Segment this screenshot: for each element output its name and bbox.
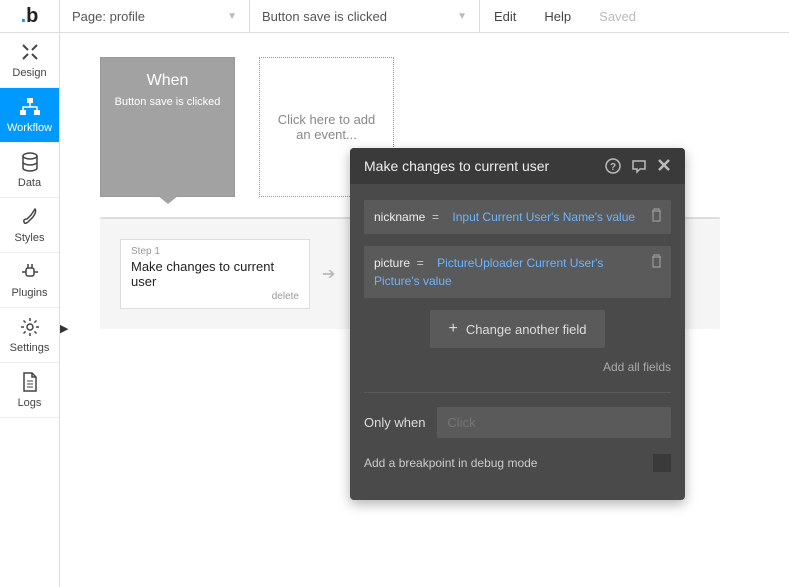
chevron-down-icon: ▼ (227, 11, 237, 22)
database-icon (19, 151, 41, 173)
event-card-subtitle: Button save is clicked (115, 96, 221, 108)
event-dropdown[interactable]: Button save is clicked ▼ (250, 0, 480, 33)
arrow-right-icon[interactable]: ➔ (322, 264, 335, 284)
left-sidebar: Design Workflow Data Styles Plugins Sett… (0, 33, 60, 587)
add-event-label: Click here to add an event... (270, 112, 383, 142)
sidebar-item-styles[interactable]: Styles (0, 198, 59, 253)
field-name: nickname (374, 210, 425, 224)
panel-header[interactable]: Make changes to current user ? (350, 148, 685, 184)
equals-sign: = (432, 210, 439, 224)
action-editor-panel: Make changes to current user ? nickname … (350, 148, 685, 500)
event-card-pointer (158, 196, 178, 204)
sidebar-item-plugins[interactable]: Plugins (0, 253, 59, 308)
step-card[interactable]: Step 1 Make changes to current user dele… (120, 239, 310, 309)
field-assignment-row[interactable]: picture = PictureUploader Current User's… (364, 246, 671, 298)
step-label: Step 1 (131, 246, 299, 257)
only-when-label: Only when (364, 415, 425, 430)
design-icon (19, 41, 41, 63)
panel-title: Make changes to current user (364, 158, 605, 174)
field-assignment-row[interactable]: nickname = Input Current User's Name's v… (364, 200, 671, 234)
saved-status: Saved (585, 9, 650, 24)
gear-icon (19, 316, 41, 338)
brush-icon (19, 206, 41, 228)
help-menu[interactable]: Help (530, 9, 585, 24)
sidebar-item-design[interactable]: Design (0, 33, 59, 88)
step-title: Make changes to current user (131, 259, 299, 289)
sidebar-item-workflow[interactable]: Workflow (0, 88, 59, 143)
event-card[interactable]: When Button save is clicked (100, 57, 235, 197)
svg-text:?: ? (610, 162, 616, 173)
equals-sign: = (417, 256, 424, 270)
sidebar-item-label: Logs (18, 397, 42, 409)
change-btn-label: Change another field (466, 322, 587, 337)
event-dropdown-label: Button save is clicked (262, 9, 387, 24)
field-name: picture (374, 256, 410, 270)
logo-text: .b (21, 5, 39, 28)
sidebar-item-label: Settings (10, 342, 50, 354)
sidebar-item-logs[interactable]: Logs (0, 363, 59, 418)
only-when-input[interactable] (437, 407, 671, 438)
add-all-fields-link[interactable]: Add all fields (364, 360, 671, 374)
sidebar-item-data[interactable]: Data (0, 143, 59, 198)
sidebar-expand-icon[interactable]: ▶ (60, 322, 68, 335)
plug-icon (19, 261, 41, 283)
trash-icon[interactable] (650, 208, 663, 222)
field-value-expression[interactable]: Input Current User's Name's value (452, 210, 635, 224)
help-icon[interactable]: ? (605, 158, 621, 174)
change-another-field-button[interactable]: + Change another field (430, 310, 604, 348)
trash-icon[interactable] (650, 254, 663, 268)
app-logo[interactable]: .b (0, 0, 60, 33)
sidebar-item-label: Design (12, 67, 46, 79)
close-icon[interactable] (657, 158, 671, 174)
step-delete-link[interactable]: delete (131, 291, 299, 302)
edit-menu[interactable]: Edit (480, 9, 530, 24)
comment-icon[interactable] (631, 158, 647, 174)
page-dropdown[interactable]: Page: profile ▼ (60, 0, 250, 33)
topbar: .b Page: profile ▼ Button save is clicke… (0, 0, 789, 33)
sidebar-item-label: Workflow (7, 122, 52, 134)
sidebar-item-label: Data (18, 177, 41, 189)
page-dropdown-label: Page: profile (72, 9, 145, 24)
sidebar-item-label: Plugins (11, 287, 47, 299)
sidebar-item-settings[interactable]: Settings (0, 308, 59, 363)
plus-icon: + (448, 320, 457, 338)
breakpoint-label: Add a breakpoint in debug mode (364, 456, 537, 470)
chevron-down-icon: ▼ (457, 11, 467, 22)
sidebar-item-label: Styles (15, 232, 45, 244)
breakpoint-checkbox[interactable] (653, 454, 671, 472)
document-icon (19, 371, 41, 393)
workflow-icon (19, 96, 41, 118)
event-card-title: When (147, 72, 189, 90)
